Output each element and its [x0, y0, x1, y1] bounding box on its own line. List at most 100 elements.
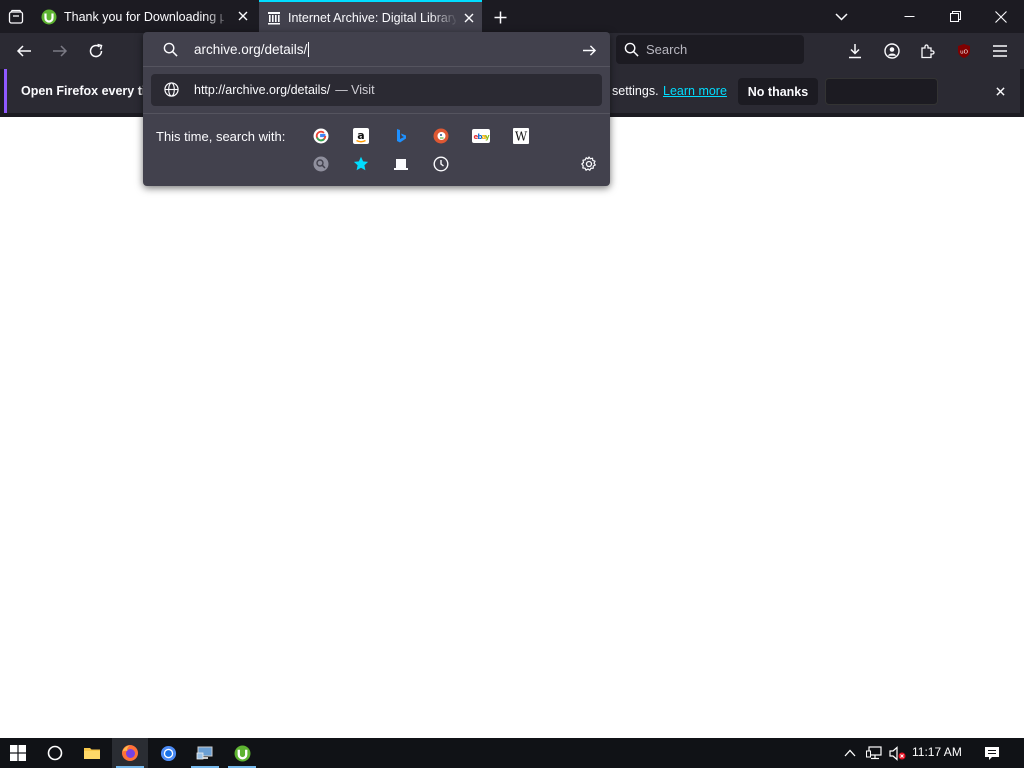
arrow-right-icon — [582, 44, 596, 56]
close-icon — [464, 13, 474, 23]
folder-icon — [84, 748, 100, 759]
tab-title: Thank you for Downloading µTorrent — [64, 9, 224, 24]
close-icon — [238, 11, 248, 21]
computer-icon — [196, 746, 213, 760]
restore-button[interactable] — [932, 0, 978, 33]
cortana-icon — [47, 745, 63, 761]
minimize-button[interactable] — [886, 0, 932, 33]
back-button[interactable] — [11, 39, 37, 63]
tab-internet-archive[interactable]: Internet Archive: Digital Library of Fre… — [259, 0, 482, 33]
search-with-label: This time, search with: — [156, 129, 286, 144]
chevron-up-icon — [844, 749, 856, 757]
search-settings-button[interactable] — [580, 155, 598, 173]
svg-text:W: W — [515, 130, 528, 144]
search-icon — [624, 42, 639, 57]
volume-muted-icon — [889, 745, 906, 761]
urlbar-value: archive.org/details/ — [194, 42, 308, 57]
wikipedia-icon[interactable]: W — [512, 127, 530, 145]
globe-icon — [164, 82, 179, 97]
close-tab-button[interactable] — [462, 11, 476, 25]
list-all-tabs-button[interactable] — [829, 5, 853, 29]
restore-icon — [949, 11, 961, 22]
start-button[interactable] — [0, 738, 36, 768]
taskbar-file-explorer[interactable] — [74, 738, 110, 768]
taskbar-chrome[interactable] — [150, 738, 186, 768]
bing-icon[interactable] — [392, 127, 410, 145]
close-notification-button[interactable] — [990, 81, 1010, 101]
urlbar-popup: archive.org/details/ http://archive.org/… — [143, 32, 610, 186]
account-icon — [884, 43, 900, 59]
close-tab-button[interactable] — [236, 9, 250, 23]
chrome-icon — [160, 745, 176, 761]
search-mode-icon[interactable] — [312, 155, 330, 173]
taskbar-remote-app[interactable] — [187, 738, 223, 768]
notification-message: Open Firefox every ti — [21, 84, 146, 98]
result-action: — Visit — [335, 83, 375, 97]
go-button[interactable] — [579, 41, 599, 59]
account-button[interactable] — [879, 39, 905, 63]
firefox-view-icon — [8, 9, 24, 24]
notification-message-end: settings. — [612, 84, 659, 98]
ebay-icon[interactable]: ebay — [472, 127, 490, 145]
network-icon — [865, 745, 882, 759]
taskbar-firefox[interactable] — [112, 738, 148, 768]
cortana-button[interactable] — [38, 738, 72, 768]
reload-button[interactable] — [83, 39, 109, 63]
urlbar-result-visit[interactable]: http://archive.org/details/ — Visit — [151, 74, 602, 106]
action-center-button[interactable] — [978, 738, 1006, 768]
amazon-icon[interactable]: a — [352, 127, 370, 145]
close-icon — [995, 10, 1007, 23]
ublock-origin-icon: uO — [958, 44, 970, 58]
set-default-button[interactable] — [825, 78, 938, 105]
svg-text:a: a — [357, 129, 364, 142]
close-icon — [995, 86, 1005, 96]
urlbar[interactable]: archive.org/details/ — [143, 32, 610, 67]
no-thanks-button[interactable]: No thanks — [738, 78, 818, 105]
hamburger-menu-icon — [993, 45, 1007, 57]
taskbar-clock[interactable]: 11:17 AM — [912, 745, 962, 759]
app-menu-button[interactable] — [987, 39, 1013, 63]
show-hidden-icons-button[interactable] — [840, 738, 860, 768]
history-icon[interactable] — [432, 155, 450, 173]
plus-icon — [494, 11, 506, 23]
volume-button[interactable] — [887, 738, 909, 768]
tab-utorrent[interactable]: Thank you for Downloading µTorrent — [34, 0, 256, 33]
utorrent-icon — [234, 745, 250, 761]
chevron-down-icon — [834, 13, 848, 21]
google-icon[interactable] — [312, 127, 330, 145]
taskbar-utorrent[interactable] — [224, 738, 260, 768]
internet-archive-icon — [267, 11, 281, 25]
puzzle-icon — [921, 44, 935, 59]
search-bar[interactable]: Search — [616, 35, 804, 64]
firefox-view-button[interactable] — [4, 5, 28, 29]
minimize-icon — [904, 16, 914, 17]
search-input[interactable]: Search — [646, 42, 687, 57]
tab-bar: Thank you for Downloading µTorrent Inter… — [0, 0, 1024, 33]
bookmarks-icon[interactable] — [352, 155, 370, 173]
search-icon — [163, 42, 178, 57]
urlbar-input[interactable]: archive.org/details/ — [194, 42, 310, 57]
duckduckgo-icon[interactable] — [432, 127, 450, 145]
downloads-button[interactable] — [842, 39, 868, 63]
utorrent-icon — [41, 9, 57, 25]
learn-more-link[interactable]: Learn more — [663, 84, 727, 98]
svg-text:y: y — [485, 133, 490, 141]
notification-icon — [985, 746, 999, 760]
arrow-right-icon — [53, 45, 68, 57]
tabs-icon[interactable] — [392, 155, 410, 173]
firefox-icon — [122, 745, 138, 761]
svg-text:uO: uO — [960, 50, 968, 56]
result-url: http://archive.org/details/ — [194, 83, 331, 97]
windows-logo-icon — [10, 745, 26, 761]
forward-button — [47, 39, 73, 63]
result-text: http://archive.org/details/ — Visit — [194, 83, 375, 97]
gear-icon — [581, 156, 596, 171]
reload-icon — [89, 43, 103, 58]
ublock-origin-button[interactable]: uO — [951, 39, 977, 63]
network-button[interactable] — [862, 738, 886, 768]
arrow-left-icon — [16, 45, 31, 57]
download-icon — [849, 44, 861, 59]
close-window-button[interactable] — [978, 0, 1024, 33]
extensions-button[interactable] — [915, 39, 941, 63]
new-tab-button[interactable] — [488, 5, 512, 29]
